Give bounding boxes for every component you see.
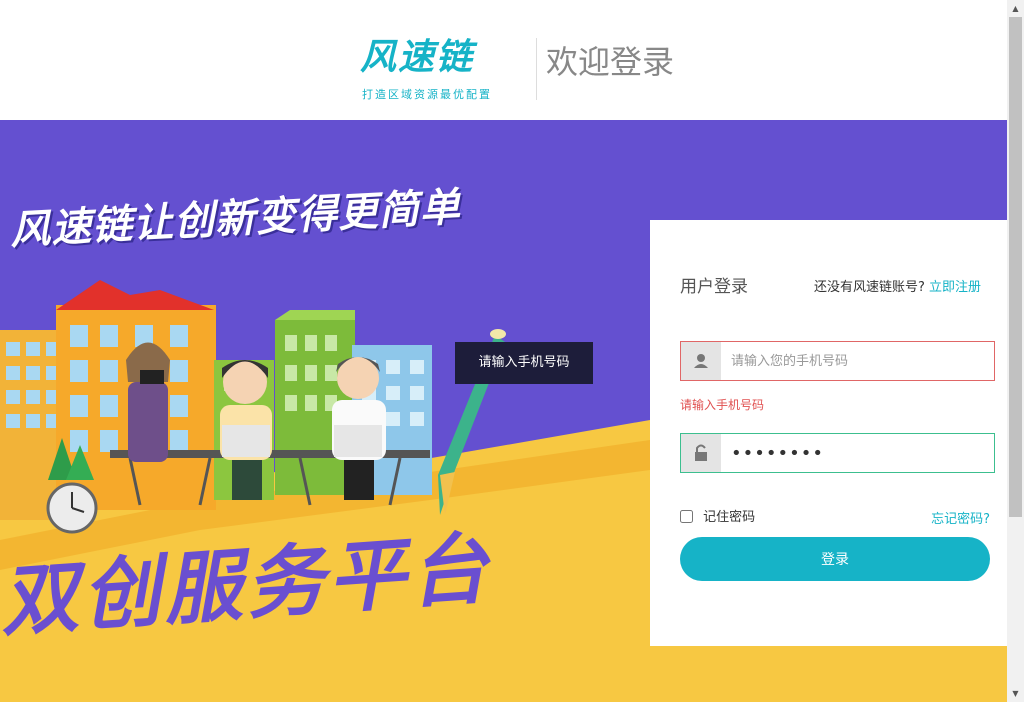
remember-label: 记住密码: [703, 510, 756, 525]
remember-password[interactable]: 记住密码: [680, 506, 755, 525]
vertical-scrollbar[interactable]: ▲ ▼: [1007, 0, 1024, 702]
scroll-thumb[interactable]: [1009, 17, 1022, 517]
site-header: 风速链 打造区域资源最优配置 欢迎登录: [0, 0, 1007, 120]
phone-error: 请输入手机号码: [680, 398, 765, 412]
scroll-down-icon[interactable]: ▼: [1007, 685, 1024, 702]
welcome-title: 欢迎登录: [546, 43, 675, 81]
password-input[interactable]: [731, 434, 981, 472]
register-link[interactable]: 立即注册: [929, 280, 981, 295]
login-button[interactable]: 登录: [680, 537, 990, 581]
login-panel: 用户登录 还没有风速链账号? 立即注册 请输入手机号码 记住密码 忘记密码? 登…: [650, 220, 1007, 646]
logo-text: 风速链: [360, 37, 475, 78]
remember-checkbox[interactable]: [680, 510, 693, 523]
site-logo[interactable]: 风速链 打造区域资源最优配置: [360, 36, 520, 102]
login-title: 用户登录: [680, 277, 748, 297]
validation-tooltip: 请输入手机号码: [455, 342, 593, 384]
phone-field[interactable]: [680, 341, 995, 381]
logo-tagline: 打造区域资源最优配置: [362, 88, 492, 101]
header-divider: [536, 38, 537, 100]
scroll-up-icon[interactable]: ▲: [1007, 0, 1024, 17]
phone-input[interactable]: [731, 342, 981, 380]
forgot-password-link[interactable]: 忘记密码?: [931, 508, 990, 527]
password-field[interactable]: [680, 433, 995, 473]
register-prompt: 还没有风速链账号? 立即注册: [814, 276, 981, 295]
lock-icon: [681, 434, 721, 472]
user-icon: [681, 342, 721, 380]
register-prompt-text: 还没有风速链账号?: [813, 280, 925, 295]
